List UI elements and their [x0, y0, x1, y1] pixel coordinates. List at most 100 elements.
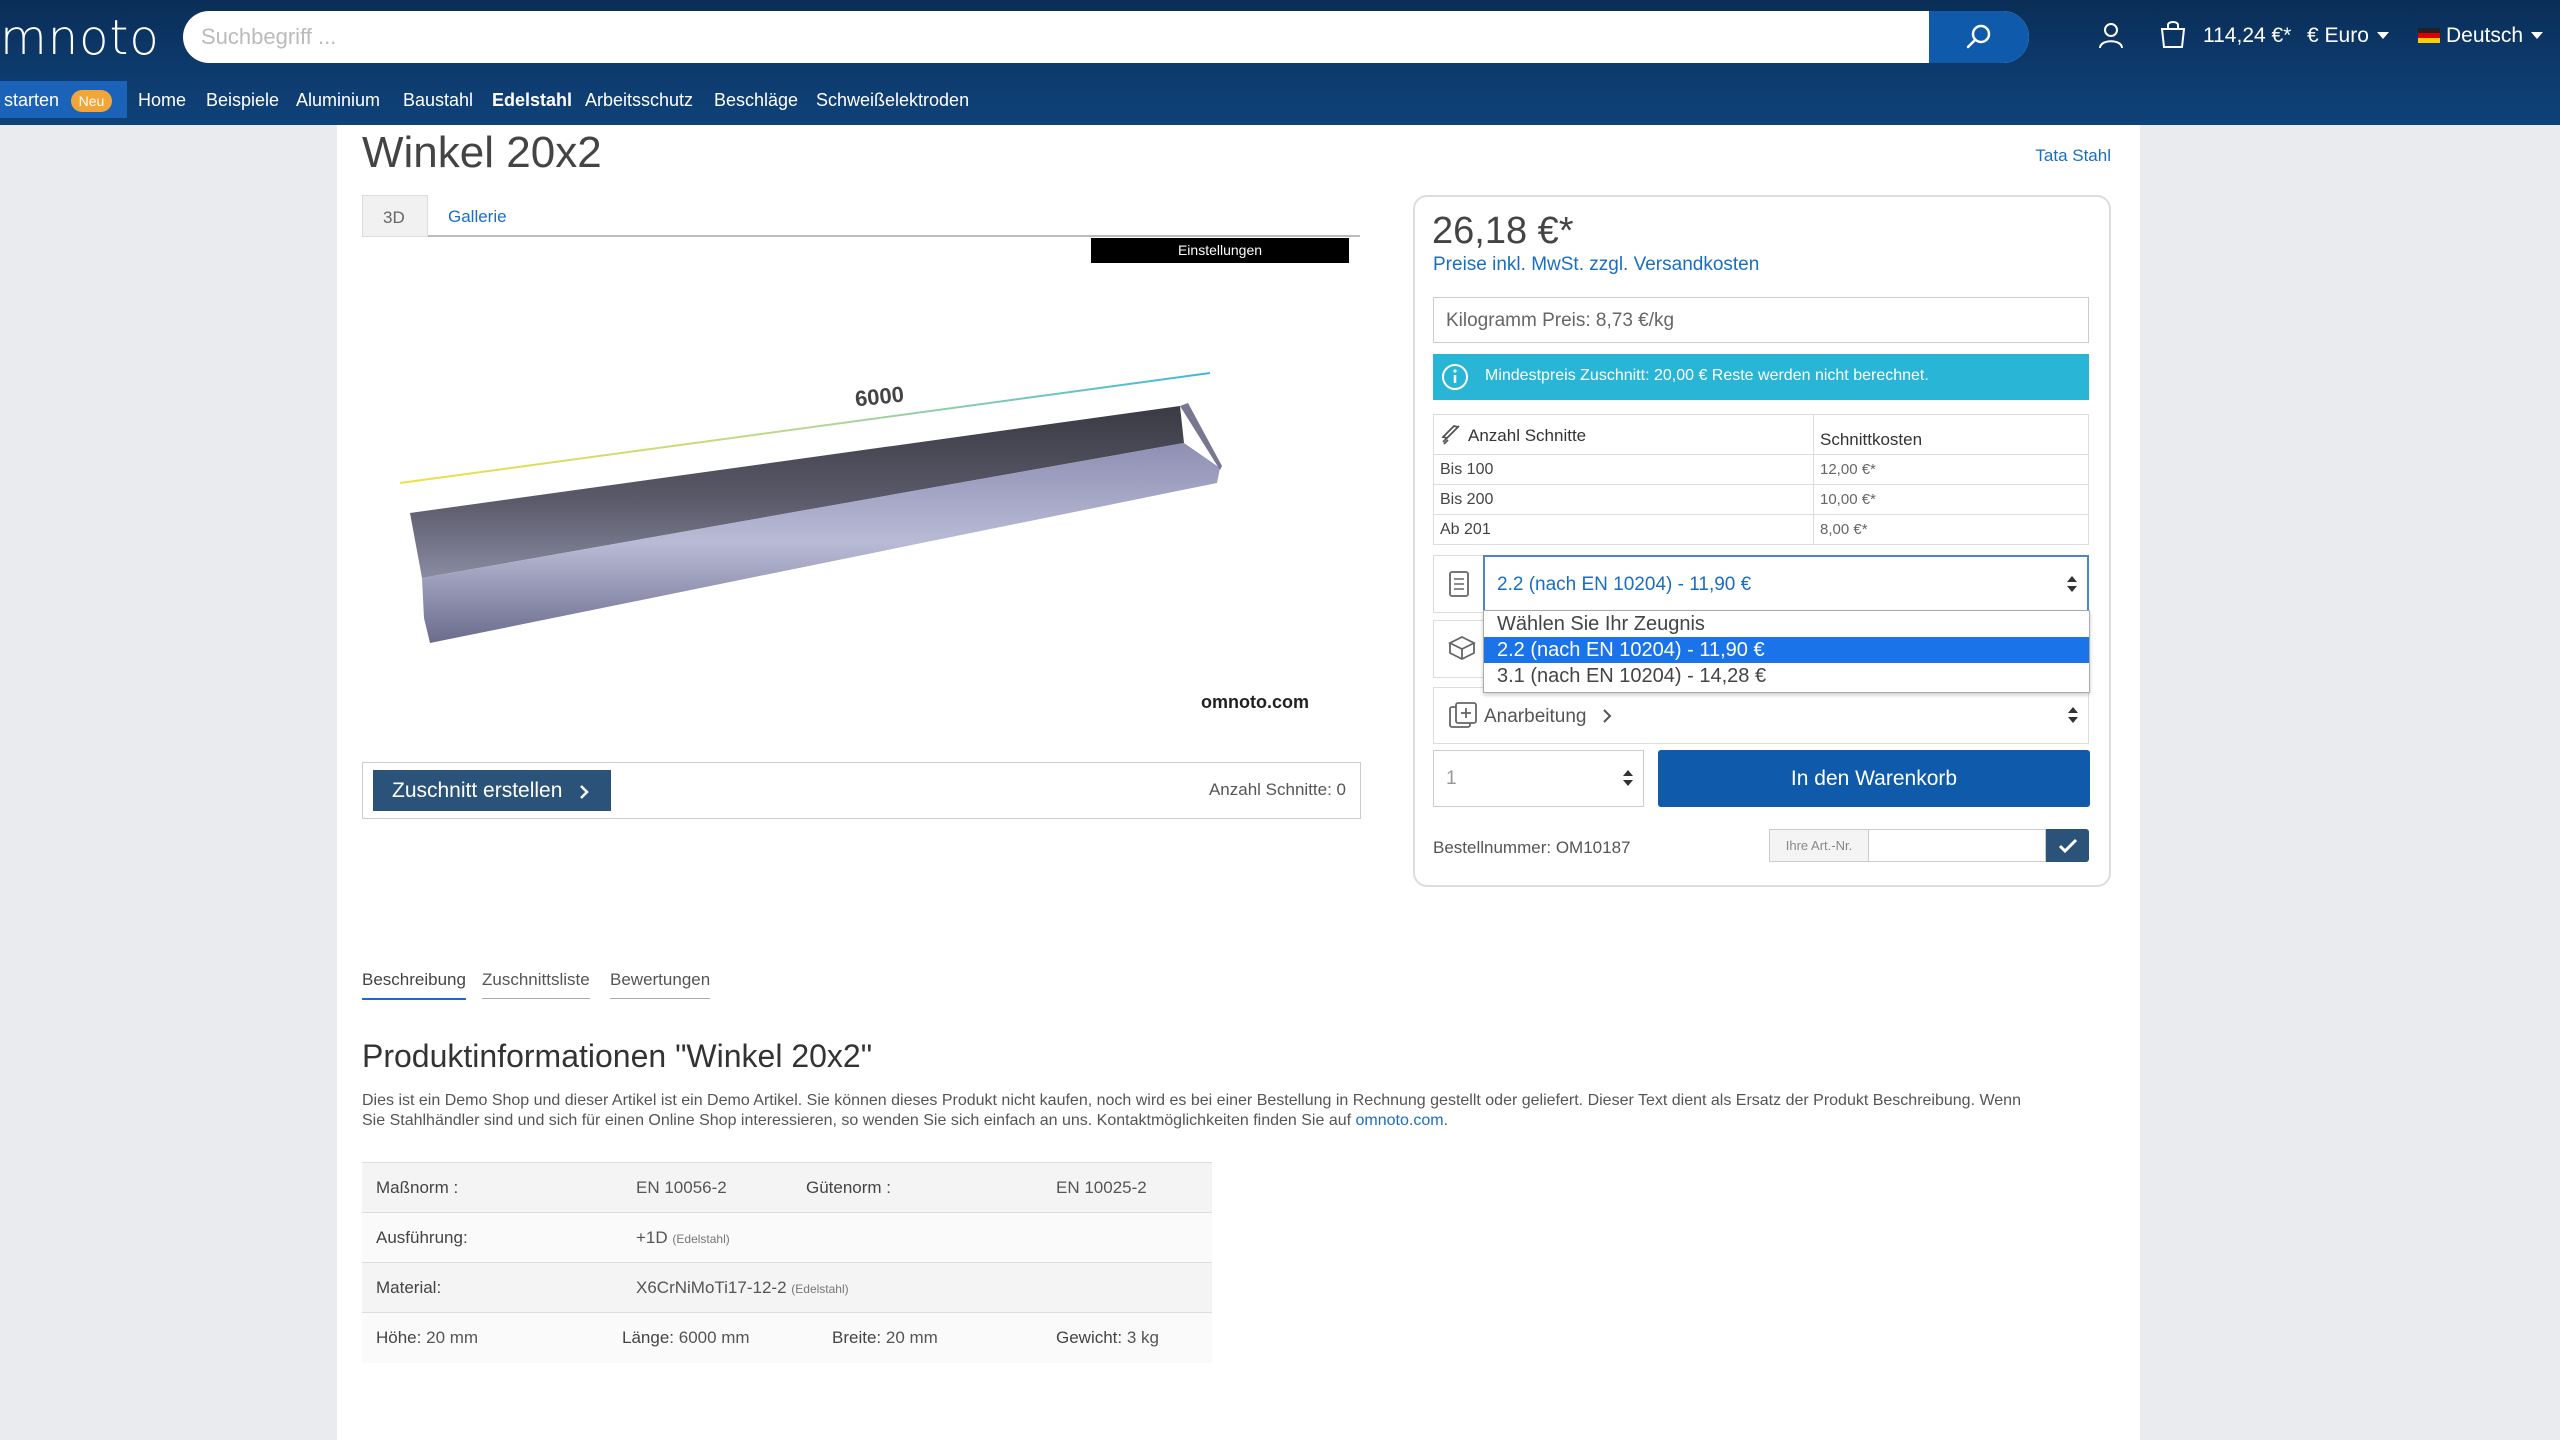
tab-zuschnittsliste[interactable]: Zuschnittsliste	[482, 970, 590, 999]
dropdown-option-selected[interactable]: 2.2 (nach EN 10204) - 11,90 €	[1484, 637, 2089, 663]
search-button[interactable]	[1929, 11, 2029, 63]
spec-table: Maßnorm : EN 10056-2 Gütenorm : EN 10025…	[362, 1162, 1212, 1363]
cut-count: Anzahl Schnitte: 0	[1208, 780, 1346, 799]
certificate-icon	[1449, 571, 1469, 597]
page-title: Winkel 20x2	[362, 128, 602, 177]
check-icon	[2058, 838, 2078, 854]
cart-total[interactable]: 114,24 €*	[2203, 24, 2291, 48]
nav-item-aluminium[interactable]: Aluminium	[296, 90, 380, 111]
spec-value: X6CrNiMoTi17-12-2 (Edelstahl)	[622, 1262, 1212, 1313]
add-processing-icon	[1449, 702, 1477, 728]
article-number-input[interactable]	[1869, 829, 2046, 862]
spec-value: 6000 mm	[678, 1327, 750, 1347]
description-suffix: .	[1443, 1112, 1449, 1129]
spec-note: (Edelstahl)	[672, 1231, 730, 1246]
spec-label: Maßnorm :	[362, 1162, 622, 1213]
header-cuts: Anzahl Schnitte	[1468, 426, 1587, 445]
spec-value: 3 kg	[1126, 1327, 1160, 1347]
create-cut-button[interactable]: Zuschnitt erstellen	[373, 770, 611, 811]
table-row: Ausführung: +1D (Edelstahl)	[362, 1212, 1212, 1263]
chevron-down-icon	[2376, 32, 2389, 39]
logo[interactable]: mnoto	[0, 10, 160, 66]
certificate-select[interactable]: 2.2 (nach EN 10204) - 11,90 €	[1483, 555, 2089, 612]
spec-value: 20 mm	[426, 1327, 479, 1347]
create-cut-label: Zuschnitt erstellen	[392, 779, 563, 802]
spec-label: Gewicht:	[1056, 1327, 1123, 1347]
spec-label: Ausführung:	[362, 1212, 622, 1263]
nav-start-button[interactable]: starten Neu	[0, 81, 127, 118]
table-row: Maßnorm : EN 10056-2 Gütenorm : EN 10025…	[362, 1162, 1212, 1213]
cart-icon[interactable]	[2157, 18, 2189, 50]
nav-item-baustahl[interactable]: Baustahl	[403, 90, 473, 111]
spec-value: +1D (Edelstahl)	[622, 1212, 1212, 1263]
price-note[interactable]: Preise inkl. MwSt. zzgl. Versandkosten	[1433, 254, 1759, 276]
article-number-submit-button[interactable]	[2046, 829, 2089, 862]
chevron-right-icon	[580, 785, 590, 799]
spec-cell: Höhe: 20 mm	[362, 1312, 622, 1363]
manufacturer-link[interactable]: Tata Stahl	[2035, 146, 2111, 166]
search-bar	[183, 11, 2029, 63]
table-row: Bis 200 10,00 €*	[1433, 484, 2089, 515]
tab-beschreibung[interactable]: Beschreibung	[362, 970, 466, 1000]
3d-viewer[interactable]	[362, 238, 1360, 748]
processing-select[interactable]: Anarbeitung	[1433, 687, 2089, 744]
language-dropdown[interactable]: Deutsch	[2418, 24, 2544, 48]
cut-bar: Zuschnitt erstellen Anzahl Schnitte: 0	[362, 762, 1361, 819]
table-cell: 12,00 €*	[1813, 454, 2089, 485]
table-cell: Ab 201	[1433, 514, 1814, 545]
select-arrows-icon	[2068, 707, 2078, 723]
info-alert: Mindestpreis Zuschnitt: 20,00 € Reste we…	[1433, 354, 2089, 400]
add-to-cart-button[interactable]: In den Warenkorb	[1658, 750, 2090, 807]
table-row: Material: X6CrNiMoTi17-12-2 (Edelstahl)	[362, 1262, 1212, 1313]
german-flag-icon	[2418, 28, 2440, 43]
table-cell: Bis 100	[1433, 454, 1814, 485]
article-number-label: Ihre Art.-Nr.	[1769, 829, 1869, 862]
spec-label: Länge:	[622, 1327, 674, 1347]
quantity-value: 1	[1446, 768, 1457, 789]
new-badge: Neu	[71, 90, 112, 112]
price: 26,18 €*	[1432, 210, 1574, 252]
dropdown-option[interactable]: 3.1 (nach EN 10204) - 14,28 €	[1484, 663, 2089, 689]
info-icon	[1442, 364, 1468, 390]
spec-value: 20 mm	[885, 1327, 938, 1347]
kg-price: Kilogramm Preis: 8,73 €/kg	[1433, 297, 2089, 343]
currency-dropdown[interactable]: € Euro	[2307, 24, 2389, 48]
nav-start-label: starten	[4, 90, 60, 110]
spec-note: (Edelstahl)	[791, 1281, 849, 1296]
package-icon	[1447, 635, 1477, 661]
chevron-right-icon	[1603, 709, 1612, 723]
article-number-group: Ihre Art.-Nr.	[1769, 829, 2089, 862]
search-input[interactable]	[201, 11, 1901, 63]
nav-item-beispiele[interactable]: Beispiele	[206, 90, 279, 111]
tab-3d[interactable]: 3D	[362, 195, 428, 237]
nav-item-edelstahl[interactable]: Edelstahl	[492, 90, 572, 111]
spec-label: Material:	[362, 1262, 622, 1313]
contact-link[interactable]: omnoto.com	[1356, 1112, 1444, 1129]
table-cell: 8,00 €*	[1813, 514, 2089, 545]
nav-item-beschlaege[interactable]: Beschläge	[714, 90, 798, 111]
nav-item-schweisselektroden[interactable]: Schweißelektroden	[816, 90, 969, 111]
dropdown-option[interactable]: Wählen Sie Ihr Zeugnis	[1484, 611, 2089, 637]
spec-cell: Gewicht: 3 kg	[1042, 1312, 1212, 1363]
nav-item-home[interactable]: Home	[138, 90, 186, 111]
scissors-icon	[1441, 425, 1460, 445]
table-row: Ab 201 8,00 €*	[1433, 514, 2089, 545]
spec-value: EN 10025-2	[1042, 1162, 1212, 1213]
certificate-dropdown: Wählen Sie Ihr Zeugnis 2.2 (nach EN 1020…	[1483, 610, 2090, 693]
product-description: Dies ist ein Demo Shop und dieser Artike…	[362, 1091, 2042, 1131]
tab-gallery[interactable]: Gallerie	[428, 195, 527, 237]
select-arrows-icon	[2067, 576, 2077, 592]
account-icon[interactable]	[2096, 20, 2126, 50]
nav-item-arbeitsschutz[interactable]: Arbeitsschutz	[585, 90, 693, 111]
quantity-select[interactable]: 1	[1433, 750, 1644, 807]
dimension-label: 6000	[853, 381, 906, 412]
certificate-selected: 2.2 (nach EN 10204) - 11,90 €	[1497, 574, 1752, 595]
settings-button[interactable]: Einstellungen	[1091, 238, 1349, 263]
description-text: Dies ist ein Demo Shop und dieser Artike…	[362, 1092, 2021, 1129]
header-cost: Schnittkosten	[1813, 414, 2089, 455]
chevron-down-icon	[2531, 32, 2544, 39]
tab-bewertungen[interactable]: Bewertungen	[610, 970, 711, 999]
table-row: Höhe: 20 mm Länge: 6000 mm Breite: 20 mm…	[362, 1312, 1212, 1363]
spec-cell: Länge: 6000 mm	[622, 1312, 792, 1363]
spec-label: Gütenorm :	[792, 1162, 1042, 1213]
